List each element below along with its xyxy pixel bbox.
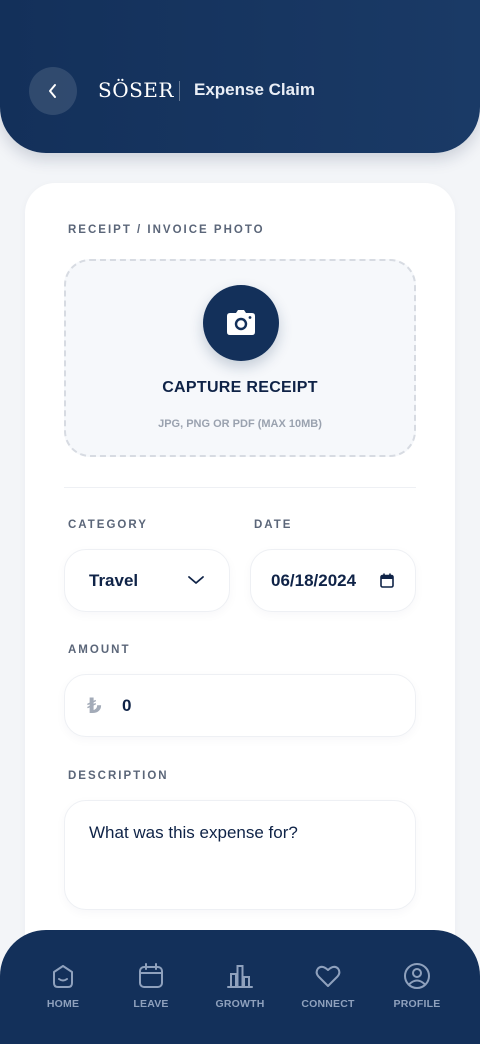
bar-chart-icon [227, 965, 253, 988]
camera-icon [227, 310, 255, 335]
nav-label-growth: GROWTH [215, 998, 265, 1010]
amount-input[interactable]: ₺ 0 [64, 674, 416, 737]
nav-label-connect: CONNECT [301, 998, 355, 1010]
date-input[interactable]: 06/18/2024 [250, 549, 416, 612]
currency-symbol: ₺ [87, 695, 102, 718]
home-icon [53, 965, 73, 988]
nav-item-home[interactable]: HOME [23, 930, 103, 1044]
receipt-section-label: RECEIPT / INVOICE PHOTO [68, 224, 265, 236]
calendar-icon[interactable] [380, 573, 394, 588]
calendar-icon [139, 963, 163, 988]
nav-label-profile: PROFILE [393, 998, 441, 1010]
heart-icon [315, 965, 341, 987]
bottom-nav: HOME LEAVE GROWTH CONNECT PROFILE [0, 930, 480, 1044]
capture-receipt-hint: JPG, PNG OR PDF (MAX 10MB) [158, 418, 322, 430]
section-divider [64, 487, 416, 488]
chevron-left-icon [49, 84, 56, 98]
nav-label-leave: LEAVE [133, 998, 169, 1010]
user-icon [404, 963, 430, 989]
back-button[interactable] [29, 67, 77, 115]
header-divider [179, 81, 180, 101]
description-label: DESCRIPTION [68, 770, 169, 782]
category-label: CATEGORY [68, 519, 148, 531]
date-value: 06/18/2024 [271, 571, 357, 590]
brand-logo: SÖSER [98, 78, 174, 102]
description-placeholder: What was this expense for? [89, 823, 298, 842]
page-title: Expense Claim [194, 80, 315, 99]
amount-value: 0 [122, 696, 132, 715]
description-textarea[interactable]: What was this expense for? [64, 800, 416, 910]
category-value: Travel [89, 571, 139, 590]
category-select[interactable]: Travel [64, 549, 230, 612]
chevron-down-icon [188, 576, 204, 584]
receipt-upload-dropzone[interactable]: CAPTURE RECEIPT JPG, PNG OR PDF (MAX 10M… [64, 259, 416, 457]
capture-receipt-title: CAPTURE RECEIPT [162, 379, 318, 396]
amount-label: AMOUNT [68, 644, 131, 656]
nav-item-connect[interactable]: CONNECT [288, 930, 368, 1044]
date-label: DATE [254, 519, 293, 531]
capture-receipt-button[interactable] [203, 285, 279, 361]
nav-label-home: HOME [46, 998, 80, 1010]
app-header: SÖSER Expense Claim [0, 0, 480, 153]
nav-item-leave[interactable]: LEAVE [111, 930, 191, 1044]
nav-item-growth[interactable]: GROWTH [200, 930, 280, 1044]
nav-item-profile[interactable]: PROFILE [377, 930, 457, 1044]
